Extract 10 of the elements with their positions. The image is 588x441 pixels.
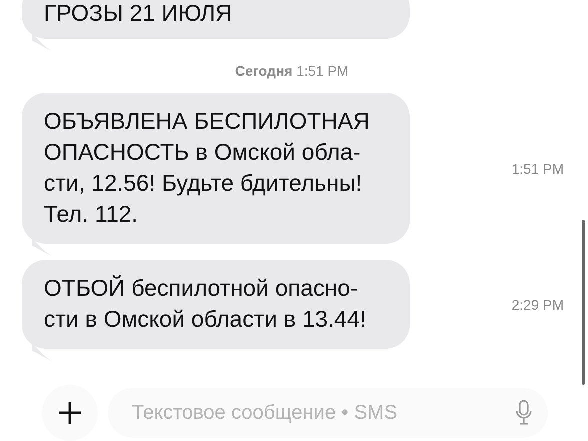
plus-icon [57,400,83,426]
scrollbar[interactable] [582,220,585,385]
message-time: 2:29 PM [512,296,564,312]
date-divider: Сегодня 1:51 PM [234,63,350,79]
message-text: ОБЪЯВЛЕНА БЕСПИЛОТНАЯ ОПАСНОСТЬ в Омской обла- сти, 12.56! Будьте бдительны! Тел. 112. [44,107,371,229]
message-time: 1:51 PM [512,160,564,176]
message-text: ГРОЗЫ 21 ИЮЛЯ [44,0,234,28]
message-text: ОТБОЙ беспилотной опасно- сти в Омской области в 13.44! [44,274,368,334]
microphone-icon[interactable] [516,400,532,426]
message-input[interactable]: Текстовое сообщение • SMS [108,388,548,438]
